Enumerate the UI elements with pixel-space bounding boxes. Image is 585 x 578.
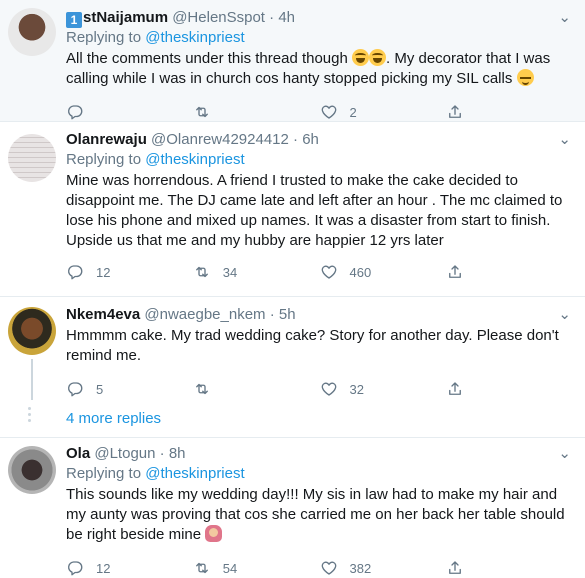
display-name[interactable]: Olanrewaju [66, 131, 147, 148]
thread-line [31, 359, 33, 400]
tweet-actions: 12 34 460 [66, 255, 573, 289]
share-icon [446, 559, 464, 577]
user-handle[interactable]: @nwaegbe_nkem [144, 306, 265, 323]
replying-to-label: Replying to [66, 29, 142, 46]
tweet[interactable]: 1 stNaijamum @HelenSspot · 4h ⌄ Replying … [0, 0, 585, 122]
retweet-button[interactable]: 34 [193, 263, 320, 281]
user-handle[interactable]: @HelenSspot [172, 9, 265, 26]
display-name[interactable]: Ola [66, 445, 90, 462]
share-button[interactable] [446, 103, 573, 121]
share-button[interactable] [446, 380, 573, 398]
tweet-text: All the comments under this thread thoug… [66, 49, 573, 89]
show-more-replies-label[interactable]: 4 more replies [66, 410, 161, 427]
replying-to-label: Replying to [66, 151, 142, 168]
separator-dot: · [269, 306, 275, 323]
reply-count: 12 [96, 560, 111, 576]
reply-icon [66, 263, 84, 281]
user-handle[interactable]: @Olanrew42924412 [151, 131, 289, 148]
tweet-header: Nkem4eva @nwaegbe_nkem · 5h [66, 305, 573, 325]
separator-dot: · [159, 445, 165, 462]
replying-to: Replying to @theskinpriest [66, 464, 573, 484]
more-options-icon[interactable]: ⌄ [558, 305, 571, 323]
more-options-icon[interactable]: ⌄ [558, 8, 571, 26]
share-icon [446, 263, 464, 281]
face-with-tears-of-joy-icon [352, 49, 369, 66]
timestamp[interactable]: 5h [279, 306, 296, 323]
tweet-text: Hmmmm cake. My trad wedding cake? Story … [66, 327, 559, 364]
retweet-button[interactable] [193, 380, 320, 398]
like-count: 32 [349, 381, 364, 397]
like-icon [320, 559, 338, 577]
retweet-icon [193, 559, 211, 577]
tweet-text: Mine was horrendous. A friend I trusted … [66, 172, 563, 249]
share-button[interactable] [446, 263, 573, 281]
retweet-icon [193, 103, 211, 121]
like-button[interactable]: 32 [320, 380, 447, 398]
replying-to: Replying to @theskinpriest [66, 28, 573, 48]
more-options-icon[interactable]: ⌄ [558, 130, 571, 148]
timestamp[interactable]: 4h [278, 9, 295, 26]
replying-to-handle[interactable]: @theskinpriest [145, 29, 244, 46]
share-icon [446, 103, 464, 121]
retweet-icon [193, 380, 211, 398]
reply-icon [66, 380, 84, 398]
like-button[interactable]: 382 [320, 559, 447, 577]
avatar[interactable] [8, 307, 56, 355]
reply-button[interactable]: 12 [66, 263, 193, 281]
like-icon [320, 103, 338, 121]
avatar[interactable] [8, 446, 56, 494]
face-with-tears-of-joy-icon [369, 49, 386, 66]
retweet-icon [193, 263, 211, 281]
like-count: 2 [349, 104, 357, 120]
user-handle[interactable]: @Ltogun [94, 445, 155, 462]
reply-button[interactable]: 5 [66, 380, 193, 398]
avatar[interactable] [8, 8, 56, 56]
tweet-header: Olanrewaju @Olanrew42924412 · 6h [66, 130, 573, 150]
like-icon [320, 380, 338, 398]
display-name[interactable]: Nkem4eva [66, 306, 140, 323]
reply-count: 5 [96, 381, 104, 397]
tweet[interactable]: Olanrewaju @Olanrew42924412 · 6h ⌄ Reply… [0, 122, 585, 297]
thread-dots [28, 404, 31, 425]
timestamp[interactable]: 6h [302, 131, 319, 148]
reply-icon [66, 559, 84, 577]
replying-to-handle[interactable]: @theskinpriest [145, 151, 244, 168]
keycap-one-icon: 1 [66, 12, 82, 28]
tweet[interactable]: Ola @Ltogun · 8h ⌄ Replying to @theskinp… [0, 438, 585, 578]
avatar[interactable] [8, 134, 56, 182]
tweet-text: This sounds like my wedding day!!! My si… [66, 485, 573, 545]
separator-dot: · [293, 131, 299, 148]
reply-button[interactable] [66, 103, 193, 121]
retweet-count: 54 [222, 560, 238, 576]
like-button[interactable]: 460 [320, 263, 447, 281]
timestamp[interactable]: 8h [169, 445, 186, 462]
tweet-header: 1 stNaijamum @HelenSspot · 4h [66, 8, 573, 28]
reply-icon [66, 103, 84, 121]
relieved-face-icon [516, 69, 534, 86]
show-more-replies-link[interactable]: 4 more replies [0, 400, 585, 438]
like-count: 382 [349, 560, 372, 576]
display-name[interactable]: stNaijamum [83, 9, 168, 26]
like-button[interactable]: 2 [320, 103, 447, 121]
tweet-header: Ola @Ltogun · 8h [66, 444, 573, 464]
reply-count: 12 [96, 264, 111, 280]
replying-to-label: Replying to [66, 465, 142, 482]
woman-facepalming-icon [205, 525, 223, 542]
share-icon [446, 380, 464, 398]
share-button[interactable] [446, 559, 573, 577]
separator-dot: · [269, 9, 275, 26]
retweet-count: 34 [222, 264, 238, 280]
replying-to-handle[interactable]: @theskinpriest [145, 465, 244, 482]
like-count: 460 [349, 264, 372, 280]
like-icon [320, 263, 338, 281]
retweet-button[interactable] [193, 103, 320, 121]
reply-button[interactable]: 12 [66, 559, 193, 577]
replying-to: Replying to @theskinpriest [66, 150, 573, 170]
more-options-icon[interactable]: ⌄ [558, 444, 571, 462]
tweet-text-part: This sounds like my wedding day!!! My si… [66, 486, 565, 543]
tweet-text-part: All the comments under this thread thoug… [66, 50, 352, 67]
tweet[interactable]: Nkem4eva @nwaegbe_nkem · 5h ⌄ Hmmmm cake… [0, 297, 585, 400]
retweet-button[interactable]: 54 [193, 559, 320, 577]
tweet-actions: 12 54 382 [66, 551, 573, 578]
